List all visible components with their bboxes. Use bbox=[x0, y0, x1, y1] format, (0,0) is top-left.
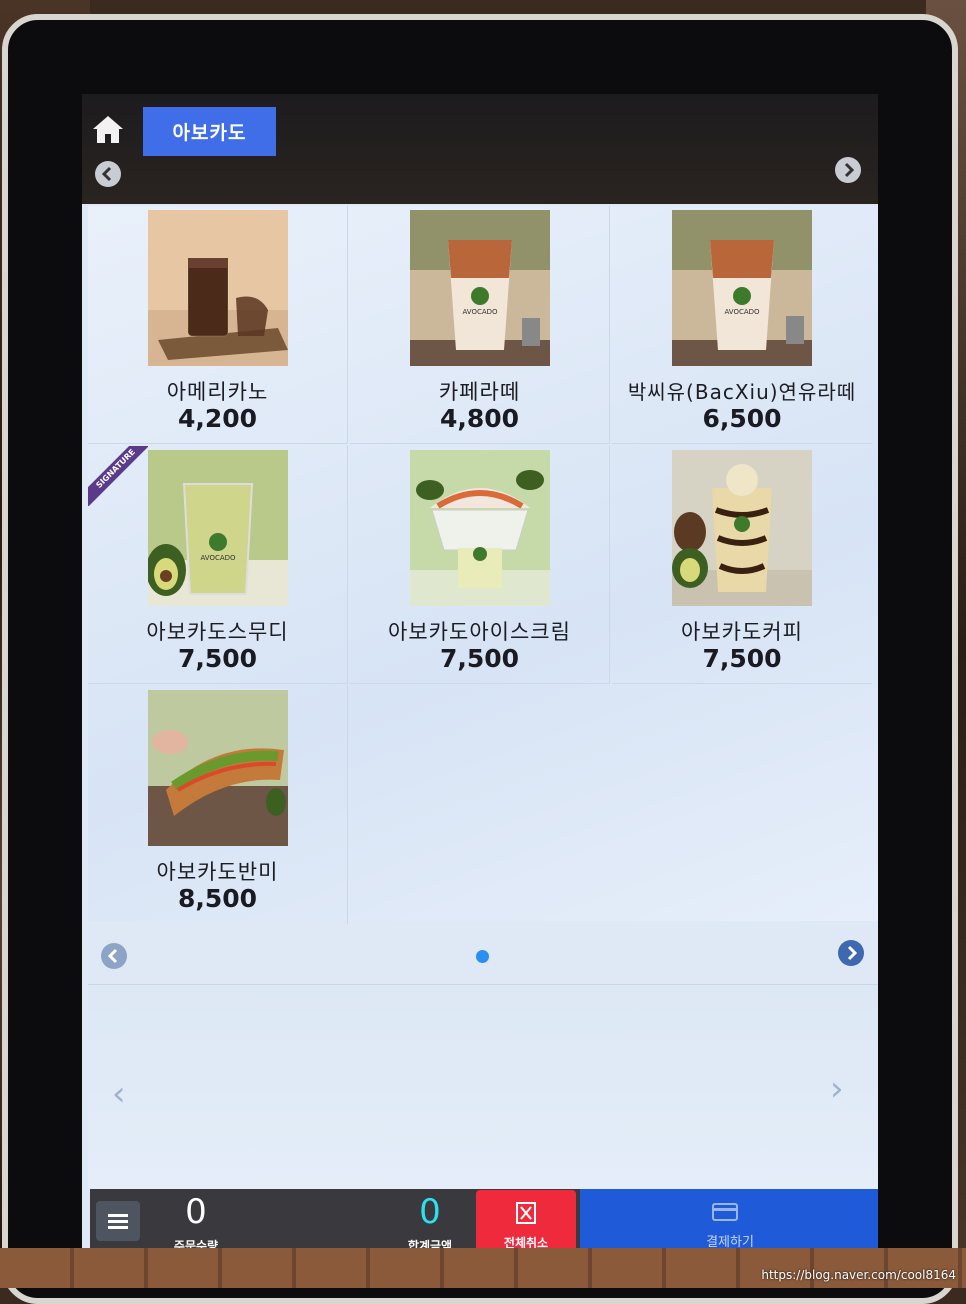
order-quantity-value: 0 bbox=[185, 1192, 207, 1232]
card-icon bbox=[712, 1203, 738, 1221]
menu-item-avocado-icecream[interactable]: 아보카도아이스크림 7,500 bbox=[350, 446, 610, 684]
avocado-icecream-image bbox=[409, 450, 550, 606]
chevron-right-icon[interactable]: › bbox=[830, 1069, 844, 1109]
menu-item-name: 카페라떼 bbox=[438, 380, 521, 404]
menu-item-americano[interactable]: 아메리카노 4,200 bbox=[88, 206, 348, 444]
svg-text:AVOCADO: AVOCADO bbox=[462, 308, 498, 316]
total-amount-value: 0 bbox=[419, 1192, 441, 1232]
svg-text:AVOCADO: AVOCADO bbox=[200, 554, 236, 562]
menu-item-name: 박씨유(BacXiu)연유라떼 bbox=[627, 380, 857, 404]
chevron-left-icon[interactable] bbox=[100, 942, 128, 970]
top-bar: 아보카도 bbox=[82, 94, 878, 204]
menu-item-name: 아보카도반미 bbox=[156, 860, 279, 884]
menu-item-price: 4,200 bbox=[177, 404, 258, 433]
hamburger-menu-icon[interactable] bbox=[96, 1201, 140, 1241]
avocado-banhmi-image bbox=[147, 690, 288, 846]
kiosk-screen: 아보카도 아메리카노 4,200 AVOCADO 카페라떼 4,800 AVOC… bbox=[82, 94, 878, 1262]
menu-item-name: 아보카도커피 bbox=[681, 620, 803, 644]
menu-item-avocado-banhmi[interactable]: 아보카도반미 8,500 bbox=[88, 686, 348, 924]
menu-grid: 아메리카노 4,200 AVOCADO 카페라떼 4,800 AVOCADO 박… bbox=[88, 206, 878, 924]
menu-item-avocado-coffee[interactable]: 아보카도커피 7,500 bbox=[612, 446, 872, 684]
bacxiu-image: AVOCADO bbox=[672, 210, 812, 366]
cafe-latte-image: AVOCADO bbox=[409, 210, 550, 366]
menu-item-price: 8,500 bbox=[177, 884, 258, 913]
category-tab-avocado[interactable]: 아보카도 bbox=[143, 107, 276, 156]
chevron-right-icon[interactable] bbox=[834, 156, 862, 184]
menu-item-price: 7,500 bbox=[177, 644, 258, 673]
menu-item-name: 아보카도스무디 bbox=[146, 620, 289, 644]
hourglass-icon bbox=[516, 1202, 536, 1224]
menu-item-bacxiu[interactable]: AVOCADO 박씨유(BacXiu)연유라떼 6,500 bbox=[612, 206, 872, 444]
menu-item-name: 아메리카노 bbox=[166, 380, 269, 404]
menu-item-price: 6,500 bbox=[702, 404, 782, 433]
chevron-left-icon[interactable] bbox=[94, 160, 122, 188]
menu-item-price: 7,500 bbox=[439, 644, 520, 673]
menu-item-price: 7,500 bbox=[702, 644, 782, 673]
home-icon[interactable] bbox=[92, 114, 124, 144]
chevron-right-icon[interactable] bbox=[837, 939, 865, 967]
menu-item-name: 아보카도아이스크림 bbox=[388, 620, 571, 644]
signature-badge: SIGNATURE bbox=[88, 446, 148, 506]
americano-image bbox=[147, 210, 288, 366]
avocado-coffee-image bbox=[672, 450, 812, 606]
lower-empty-area bbox=[88, 984, 878, 1190]
chevron-left-icon[interactable]: ‹ bbox=[112, 1074, 126, 1114]
page-indicator-dot bbox=[476, 950, 489, 963]
menu-item-cafe-latte[interactable]: AVOCADO 카페라떼 4,800 bbox=[350, 206, 610, 444]
avocado-smoothie-image: AVOCADO bbox=[147, 450, 288, 606]
menu-item-avocado-smoothie[interactable]: SIGNATURE AVOCADO 아보카도스무디 7,500 bbox=[88, 446, 348, 684]
menu-item-price: 4,800 bbox=[439, 404, 520, 433]
svg-text:AVOCADO: AVOCADO bbox=[724, 308, 760, 316]
watermark: https://blog.naver.com/cool8164 bbox=[761, 1268, 956, 1282]
